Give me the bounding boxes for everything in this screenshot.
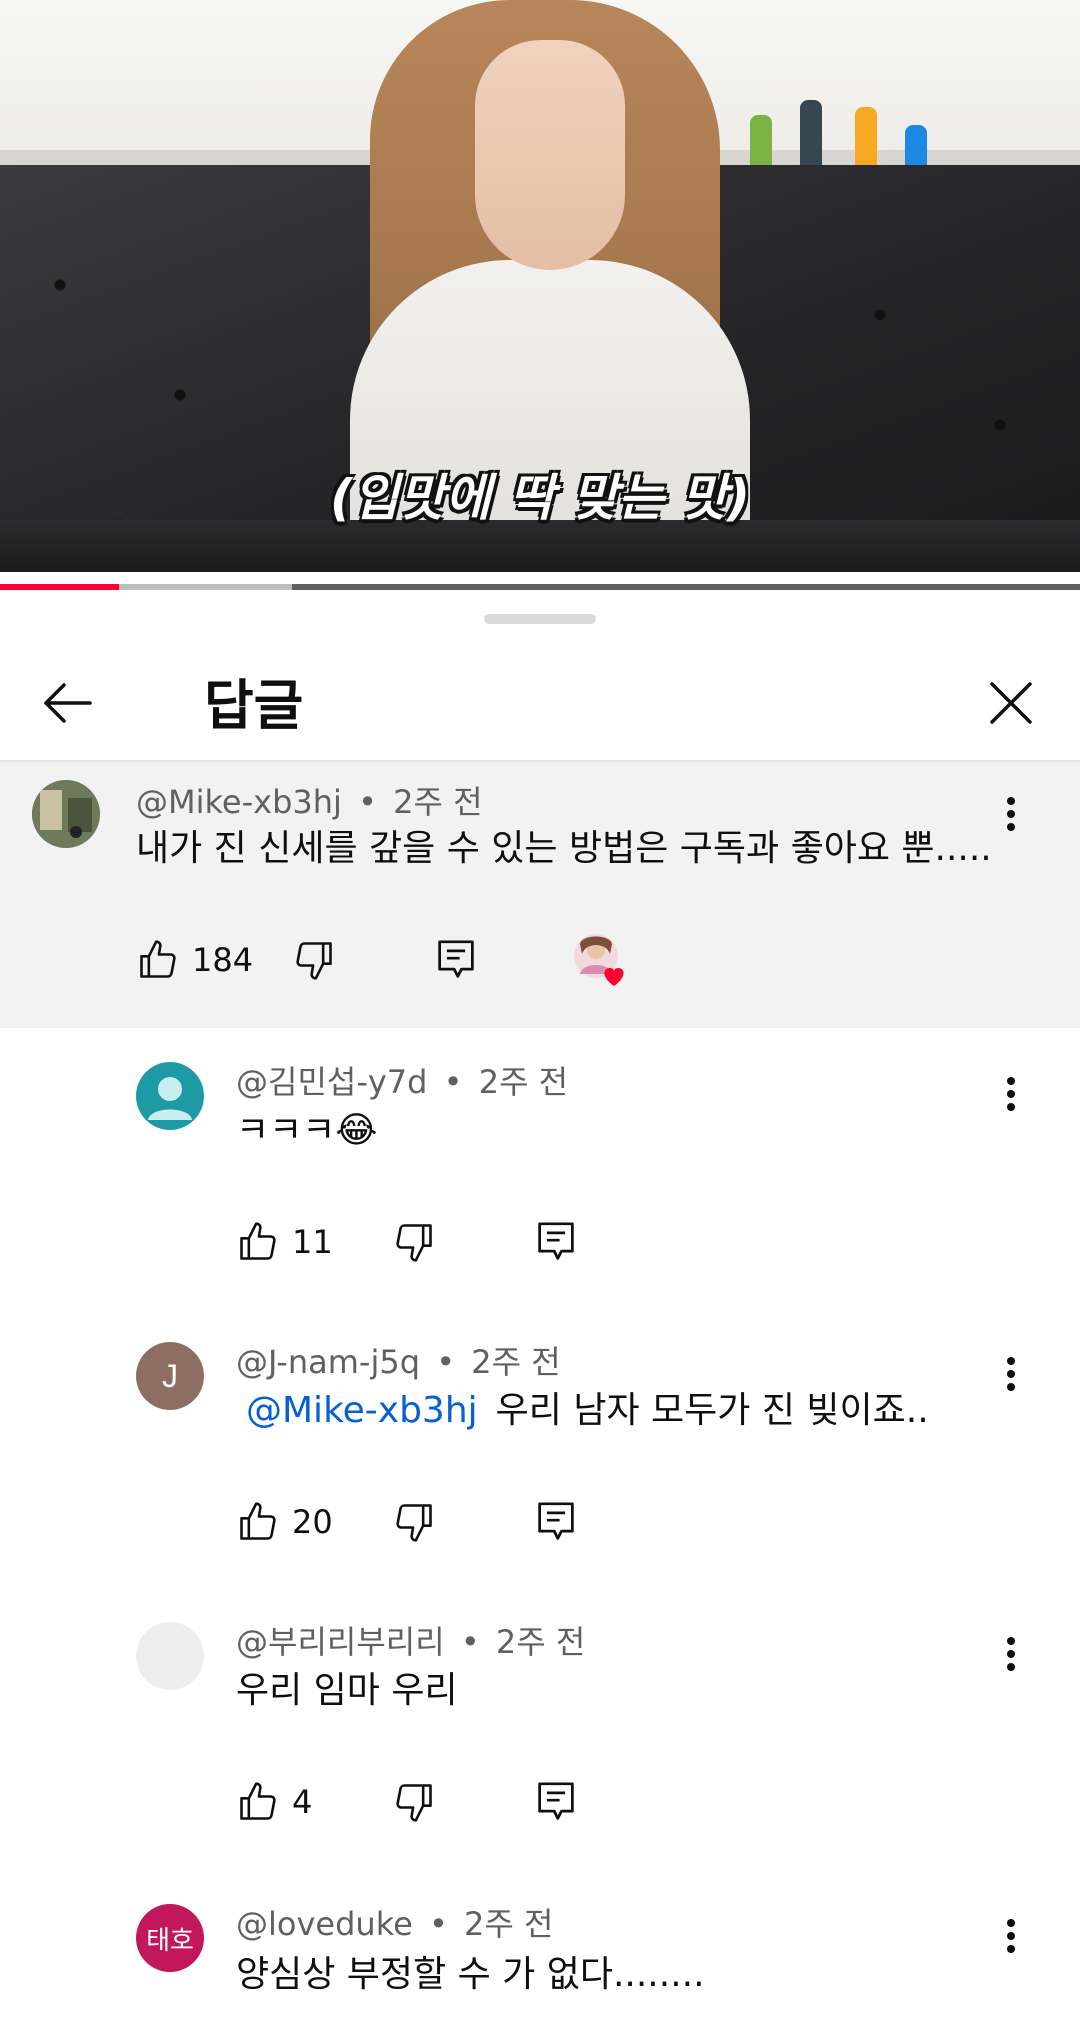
- reply-button[interactable]: [536, 1212, 576, 1272]
- mention-link[interactable]: @Mike-xb3hj: [246, 1390, 478, 1431]
- comment-text: 내가 진 신세를 갚을 수 있는 방법은 구독과 좋아요 뿐.....: [136, 828, 992, 869]
- thumbs-down-icon: [396, 1784, 432, 1822]
- comment-author[interactable]: @김민섭-y7d: [236, 1063, 427, 1101]
- avatar[interactable]: [136, 1622, 204, 1690]
- close-icon: [990, 682, 1032, 724]
- parent-comment: @Mike-xb3hj • 2주 전 내가 진 신세를 갚을 수 있는 방법은 …: [0, 762, 1080, 1028]
- comment-body: 우리 남자 모두가 진 빚이죠..: [495, 1390, 929, 1431]
- replies-sheet: 답글 @Mike-xb3hj • 2주 전 내가 진 신세를 갚을 수 있는 방…: [0, 590, 1080, 2026]
- close-button[interactable]: [976, 668, 1046, 738]
- avatar-initial: 태호: [146, 1925, 194, 1956]
- more-vert-icon: [1007, 1357, 1015, 1391]
- more-options-button[interactable]: [986, 1906, 1036, 1966]
- comment-actions: 20: [236, 1492, 936, 1552]
- comment-actions: 184: [136, 930, 836, 990]
- comment-text: ㅋㅋㅋ😂: [236, 1110, 378, 1151]
- more-vert-icon: [1007, 797, 1015, 831]
- comment-author[interactable]: @loveduke: [236, 1905, 413, 1943]
- avatar-initial: J: [162, 1357, 178, 1394]
- like-button[interactable]: [236, 1212, 280, 1272]
- comment-time: 2주 전: [495, 1623, 586, 1661]
- default-user-icon: [148, 1077, 192, 1120]
- comment-meta: @김민섭-y7d • 2주 전: [236, 1062, 568, 1102]
- thumbs-down-icon: [396, 1504, 432, 1542]
- thumbs-up-icon: [240, 1222, 276, 1260]
- dislike-button[interactable]: [392, 1212, 436, 1272]
- like-count: 20: [292, 1503, 333, 1541]
- dot-separator: •: [358, 783, 377, 821]
- replies-header: 답글: [0, 646, 1080, 760]
- heart-icon: [574, 934, 624, 986]
- comment-time: 2주 전: [393, 783, 483, 821]
- comment-meta: @J-nam-j5q • 2주 전: [236, 1342, 561, 1382]
- reply-comment: 태호 @loveduke • 2주 전 양심상 부정할 수 가 없다......…: [0, 1870, 1080, 2026]
- thumbs-up-icon: [240, 1502, 276, 1540]
- arrow-left-icon: [44, 683, 92, 723]
- comment-author[interactable]: @부리리부리리: [236, 1623, 445, 1661]
- back-button[interactable]: [32, 668, 102, 738]
- comment-reply-icon: [538, 1782, 574, 1820]
- video-subtitle: (입맛에 딱 맞는 맛): [330, 469, 750, 527]
- comment-reply-icon: [438, 940, 474, 978]
- reply-button[interactable]: [536, 1492, 576, 1552]
- avatar[interactable]: [136, 1062, 204, 1130]
- comment-text: 양심상 부정할 수 가 없다........: [236, 1954, 705, 1995]
- thumbs-up-icon: [140, 940, 176, 978]
- thumbs-down-icon: [296, 942, 332, 980]
- dot-separator: •: [460, 1623, 480, 1661]
- dot-separator: •: [436, 1343, 456, 1381]
- more-options-button[interactable]: [986, 784, 1036, 844]
- more-vert-icon: [1007, 1637, 1015, 1671]
- comment-meta: @부리리부리리 • 2주 전: [236, 1622, 585, 1662]
- comment-time: 2주 전: [463, 1905, 554, 1943]
- like-button[interactable]: [136, 930, 180, 990]
- like-button[interactable]: [236, 1492, 280, 1552]
- avatar[interactable]: [32, 780, 100, 848]
- reply-comment: J @J-nam-j5q • 2주 전 @Mike-xb3hj 우리 남자 모두가…: [0, 1308, 1080, 1588]
- more-vert-icon: [1007, 1919, 1015, 1953]
- reply-comment: @김민섭-y7d • 2주 전 ㅋㅋㅋ😂 11: [0, 1028, 1080, 1308]
- like-count: 11: [292, 1223, 333, 1261]
- comment-actions: 4: [236, 1772, 936, 1832]
- reply-comment: @부리리부리리 • 2주 전 우리 임마 우리 4: [0, 1588, 1080, 1870]
- comment-author[interactable]: @Mike-xb3hj: [136, 783, 342, 821]
- comment-meta: @Mike-xb3hj • 2주 전: [136, 782, 483, 822]
- avatar[interactable]: 태호: [136, 1904, 204, 1972]
- page-title: 답글: [204, 674, 304, 737]
- dislike-button[interactable]: [392, 1772, 436, 1832]
- comment-meta: @loveduke • 2주 전: [236, 1904, 553, 1944]
- more-vert-icon: [1007, 1077, 1015, 1111]
- avatar-photo-icon: [32, 780, 100, 848]
- like-button[interactable]: [236, 1772, 280, 1832]
- comment-time: 2주 전: [471, 1343, 561, 1381]
- more-options-button[interactable]: [986, 1624, 1036, 1684]
- comment-actions: 11: [236, 1212, 936, 1272]
- comment-time: 2주 전: [478, 1063, 569, 1101]
- comment-text: 우리 임마 우리: [236, 1670, 458, 1711]
- dislike-button[interactable]: [292, 930, 336, 990]
- thumbs-down-icon: [396, 1224, 432, 1262]
- dislike-button[interactable]: [392, 1492, 436, 1552]
- more-options-button[interactable]: [986, 1344, 1036, 1404]
- creator-heart-badge: [572, 930, 632, 990]
- dot-separator: •: [428, 1905, 448, 1943]
- more-options-button[interactable]: [986, 1064, 1036, 1124]
- comment-author[interactable]: @J-nam-j5q: [236, 1343, 420, 1381]
- video-player[interactable]: (입맛에 딱 맞는 맛): [0, 0, 1080, 572]
- like-count: 4: [292, 1783, 313, 1821]
- reply-button[interactable]: [536, 1772, 576, 1832]
- avatar[interactable]: J: [136, 1342, 204, 1410]
- thumbs-up-icon: [240, 1782, 276, 1820]
- like-count: 184: [192, 941, 254, 979]
- reply-button[interactable]: [436, 930, 476, 990]
- sheet-drag-handle[interactable]: [484, 614, 596, 624]
- comment-text: @Mike-xb3hj 우리 남자 모두가 진 빚이죠..: [246, 1388, 929, 1434]
- comment-reply-icon: [538, 1502, 574, 1540]
- dot-separator: •: [443, 1063, 463, 1101]
- comment-reply-icon: [538, 1222, 574, 1260]
